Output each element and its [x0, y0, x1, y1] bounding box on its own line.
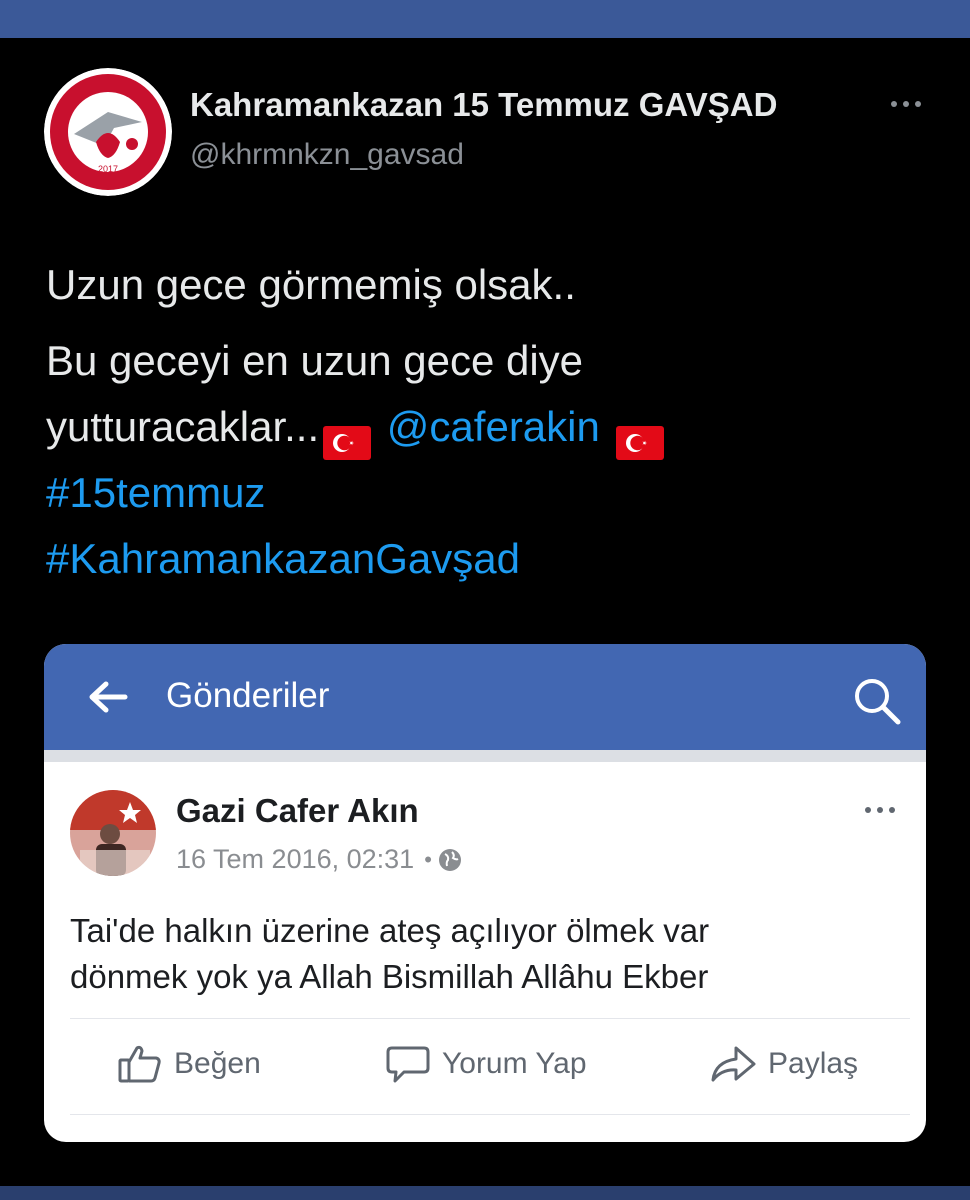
meta-dot: • — [424, 846, 432, 872]
account-handle[interactable]: @khrmnkzn_gavsad — [190, 138, 464, 172]
divider — [70, 1018, 910, 1019]
tweet-line-1: Uzun gece görmemiş olsak.. — [46, 261, 576, 308]
post-author-avatar[interactable] — [70, 790, 156, 876]
globe-icon — [438, 848, 462, 872]
embedded-post-card[interactable]: Gönderiler Gazi Cafer Akın 16 Tem 2016, … — [44, 644, 926, 1142]
turkish-flag-icon — [615, 413, 664, 460]
hashtag-link-1[interactable]: #15temmuz — [46, 469, 265, 516]
post-meta: 16 Tem 2016, 02:31 • — [176, 844, 462, 875]
turkish-flag-icon — [323, 413, 372, 460]
share-icon — [711, 1046, 756, 1082]
top-bar — [0, 0, 970, 38]
comment-button[interactable]: Yorum Yap — [386, 1044, 587, 1084]
thumbs-up-icon — [118, 1045, 161, 1083]
post-timestamp[interactable]: 16 Tem 2016, 02:31 — [176, 844, 414, 875]
tweet-text: Uzun gece görmemiş olsak.. Bu geceyi en … — [46, 252, 926, 592]
svg-text:2017: 2017 — [98, 164, 118, 174]
mention-link[interactable]: @caferakin — [387, 403, 600, 450]
comment-icon — [386, 1046, 430, 1083]
like-button[interactable]: Beğen — [118, 1044, 261, 1084]
hashtag-link-2[interactable]: #KahramankazanGavşad — [46, 535, 520, 582]
search-icon[interactable] — [850, 674, 902, 726]
post-text: Tai'de halkın üzerine ateş açılıyor ölme… — [70, 912, 710, 995]
fb-header-title: Gönderiler — [166, 676, 330, 715]
post-author-name[interactable]: Gazi Cafer Akın — [176, 792, 419, 830]
tweet-line-2: Bu geceyi en uzun gece diye yutturacakla… — [46, 328, 926, 592]
more-options-icon[interactable] — [886, 92, 926, 116]
display-name[interactable]: Kahramankazan 15 Temmuz GAVŞAD — [190, 86, 777, 124]
divider — [44, 750, 926, 762]
divider — [70, 1114, 910, 1115]
association-logo: 2017 — [44, 68, 172, 196]
bottom-bar — [0, 1186, 970, 1200]
share-button[interactable]: Paylaş — [710, 1044, 858, 1084]
account-avatar[interactable]: 2017 — [44, 68, 172, 196]
fb-header: Gönderiler — [44, 644, 926, 750]
post-more-options-icon[interactable] — [862, 802, 898, 818]
back-arrow-icon[interactable] — [88, 680, 128, 714]
